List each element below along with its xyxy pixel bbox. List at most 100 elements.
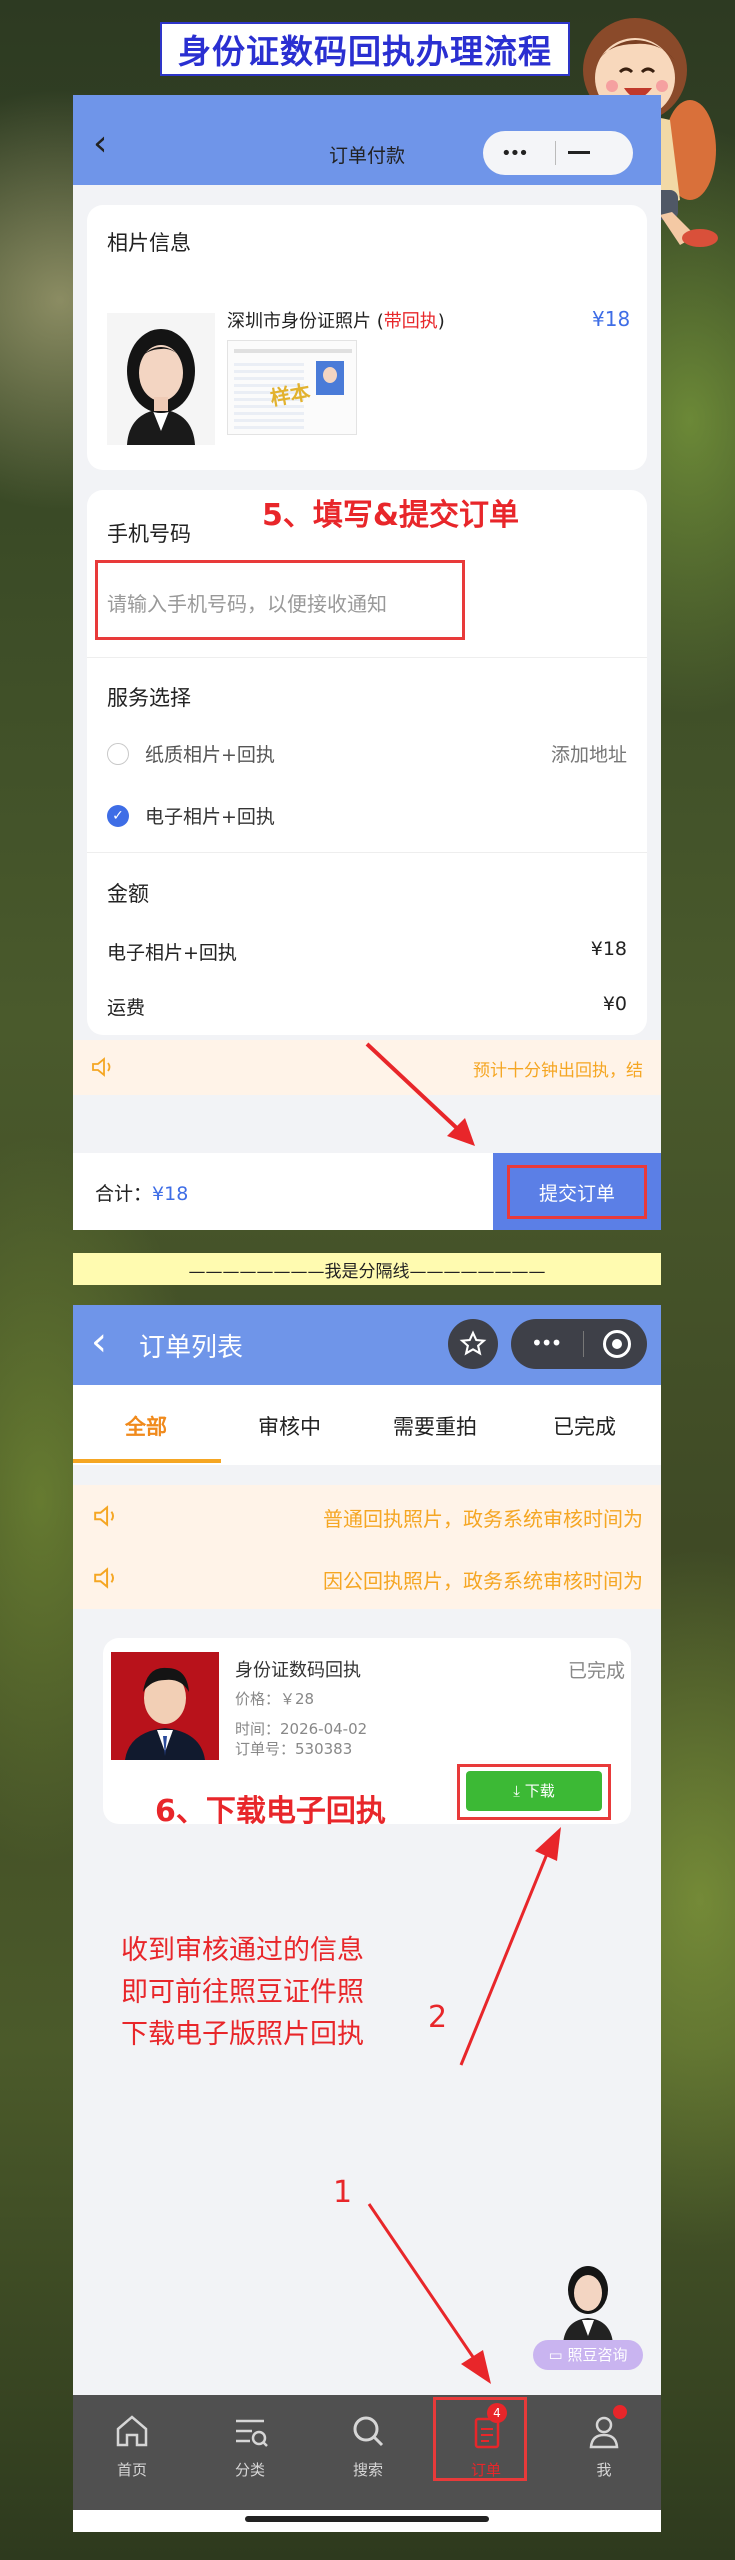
- amount-row-shipping: 运费: [107, 997, 146, 1019]
- order-number: 订单号：530383: [235, 1740, 353, 1758]
- checkout-footer: 合计：¥18 提交订单: [73, 1153, 661, 1230]
- consult-button[interactable]: ▭ 照豆咨询: [533, 2340, 643, 2370]
- step-6-label: 6、下载电子回执: [155, 1794, 386, 1829]
- bottom-tab-bar: 首页 分类 搜索 4 订单 我: [73, 2395, 661, 2510]
- total-value: ¥18: [152, 1183, 189, 1205]
- instruction-text: 收到审核通过的信息 即可前往照豆证件照 下载电子版照片回执: [121, 1930, 364, 2056]
- tabbar-label: 我: [596, 2461, 612, 2479]
- total-label: 合计：¥18: [95, 1179, 188, 1206]
- tabbar-profile[interactable]: 我: [545, 2395, 661, 2510]
- page-banner-title: 身份证数码回执办理流程: [160, 22, 570, 76]
- tabbar-category[interactable]: 分类: [191, 2395, 309, 2510]
- order-photo-thumbnail: [111, 1652, 219, 1760]
- service-option-electronic[interactable]: ✓ 电子相片+回执: [107, 800, 627, 830]
- photo-item-name: 深圳市身份证照片 (带回执): [227, 307, 445, 333]
- order-card[interactable]: 身份证数码回执 已完成 价格：￥28 时间：2026-04-02 订单号：530…: [103, 1638, 631, 1829]
- close-target-icon[interactable]: [603, 1330, 631, 1358]
- miniapp-capsule[interactable]: •••: [483, 131, 633, 175]
- amount-row-service: 电子相片+回执: [107, 942, 237, 964]
- photo-info-heading: 相片信息: [107, 231, 191, 255]
- order-list-screen: ‹ 订单列表 ••• 全部 审核中 需要重拍 已完成 普通回执照片，政务系统审核…: [73, 1305, 661, 2510]
- phone-label: 手机号码: [107, 522, 191, 546]
- arrow-to-submit: [365, 1042, 475, 1146]
- tab-all[interactable]: 全部: [125, 1411, 167, 1441]
- tabbar-label: 分类: [234, 2461, 265, 2479]
- tabbar-home[interactable]: 首页: [73, 2395, 191, 2510]
- amount-heading: 金额: [107, 882, 149, 906]
- speaker-icon: [94, 1505, 115, 1527]
- notice-bar: 因公回执照片，政务系统审核时间为: [73, 1547, 661, 1609]
- order-price: 价格：￥28: [235, 1690, 315, 1708]
- more-icon[interactable]: •••: [501, 143, 529, 164]
- notice-bar: 普通回执照片，政务系统审核时间为: [73, 1485, 661, 1547]
- orders-badge: 4: [487, 2403, 507, 2423]
- add-address-link[interactable]: 添加地址: [551, 740, 627, 767]
- chat-icon: ▭: [548, 2346, 568, 2364]
- service-option-label: 电子相片+回执: [145, 806, 275, 828]
- favorite-star-button[interactable]: [448, 1319, 498, 1369]
- more-icon[interactable]: •••: [531, 1331, 562, 1355]
- radio-checked-icon[interactable]: ✓: [107, 805, 129, 827]
- nav-title: 订单列表: [139, 1333, 244, 1363]
- order-payment-screen: ‹ 订单付款 ••• 相片信息 样本 深圳市身份证照片 (带回执) ¥18 手机…: [73, 95, 661, 1230]
- tab-retake[interactable]: 需要重拍: [393, 1411, 477, 1441]
- back-chevron-icon[interactable]: ‹: [91, 1319, 107, 1365]
- speaker-icon: [92, 1057, 111, 1077]
- step-marker-1: 1: [333, 2175, 353, 2210]
- service-option-label: 纸质相片+回执: [145, 744, 275, 766]
- service-heading: 服务选择: [107, 686, 191, 710]
- receipt-sample-image: 样本: [227, 340, 357, 435]
- receipt-badge: 带回执: [383, 311, 438, 332]
- order-form-card: 手机号码 5、填写&提交订单 请输入手机号码，以便接收通知 服务选择 纸质相片+…: [87, 490, 647, 1035]
- minimize-icon[interactable]: [568, 151, 590, 154]
- search-icon: [353, 2416, 384, 2447]
- notice-text: 普通回执照片，政务系统审核时间为: [323, 1507, 643, 1531]
- category-icon: [236, 2419, 268, 2447]
- instruction-line: 下载电子版照片回执: [121, 2019, 364, 2050]
- miniapp-capsule[interactable]: •••: [511, 1319, 647, 1369]
- notice-text: 因公回执照片，政务系统审核时间为: [323, 1569, 643, 1593]
- consult-widget[interactable]: ▭ 照豆咨询: [533, 2260, 643, 2380]
- tabbar-label: 搜索: [352, 2461, 383, 2479]
- speaker-icon: [94, 1567, 115, 1589]
- consult-label: 照豆咨询: [567, 2346, 628, 2364]
- submit-order-button[interactable]: 提交订单: [493, 1153, 661, 1230]
- tabbar-label: 首页: [116, 2461, 147, 2479]
- tab-completed[interactable]: 已完成: [553, 1411, 616, 1441]
- order-time: 时间：2026-04-02: [235, 1720, 368, 1738]
- arrow-to-download: [459, 1827, 561, 2066]
- download-label: 下载: [524, 1782, 555, 1800]
- orders-tab-highlight: [433, 2397, 527, 2481]
- photo-item-price: ¥18: [592, 307, 631, 331]
- star-icon: [459, 1330, 487, 1356]
- order-title: 身份证数码回执: [235, 1660, 361, 1681]
- tab-active-indicator: [73, 1459, 221, 1463]
- phone-input[interactable]: 请输入手机号码，以便接收通知: [107, 588, 387, 617]
- download-icon: ⤓: [513, 1782, 525, 1800]
- id-photo-thumbnail: [107, 313, 215, 445]
- photo-info-card: 相片信息 样本 深圳市身份证照片 (带回执) ¥18: [87, 205, 647, 470]
- notice-text: 预计十分钟出回执，结: [473, 1061, 643, 1081]
- profile-dot: [613, 2405, 627, 2419]
- total-text: 合计：: [95, 1183, 153, 1205]
- amount-row-service-value: ¥18: [590, 938, 627, 960]
- photo-item-badge-wrap: (带回执): [376, 311, 445, 332]
- home-icon: [116, 2415, 148, 2447]
- photo-item-title: 深圳市身份证照片: [227, 311, 371, 332]
- home-indicator: [73, 2510, 661, 2532]
- tabbar-orders[interactable]: 4 订单: [427, 2395, 545, 2510]
- sample-stamp: 样本: [268, 379, 313, 411]
- radio-unchecked-icon[interactable]: [107, 743, 129, 765]
- submit-label: 提交订单: [538, 1183, 615, 1205]
- order-status: 已完成: [567, 1660, 625, 1682]
- instruction-line: 收到审核通过的信息: [121, 1935, 364, 1966]
- arrow-to-orders-tab: [367, 2203, 491, 2384]
- step-5-label: 5、填写&提交订单: [262, 498, 520, 533]
- step-marker-2: 2: [428, 2000, 448, 2035]
- service-option-paper[interactable]: 纸质相片+回执 添加地址: [107, 738, 627, 768]
- tab-reviewing[interactable]: 审核中: [258, 1411, 321, 1441]
- download-button[interactable]: ⤓ 下载: [466, 1771, 602, 1811]
- tabbar-search[interactable]: 搜索: [309, 2395, 427, 2510]
- section-divider: ————————我是分隔线————————: [73, 1253, 661, 1285]
- amount-row-shipping-value: ¥0: [602, 993, 627, 1015]
